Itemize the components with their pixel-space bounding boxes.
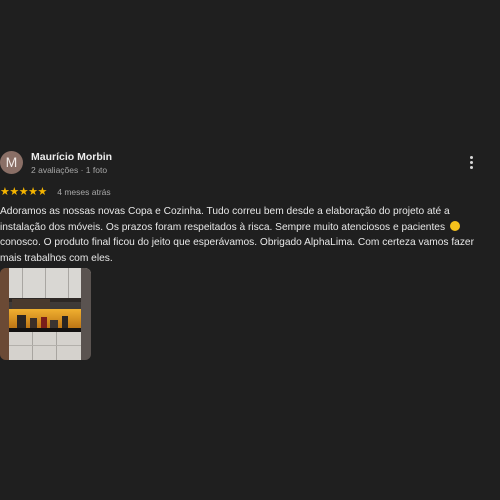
- review-photo[interactable]: [0, 268, 91, 360]
- author-meta: 2 avaliações · 1 foto: [31, 165, 108, 175]
- smiling-face-emoji-icon: [449, 220, 460, 231]
- review-header: M Maurício Morbin 2 avaliações · 1 foto: [0, 150, 500, 180]
- review-text-part1: Adoramos as nossas novas Copa e Cozinha.…: [0, 206, 450, 233]
- review-date: 4 meses atrás: [57, 186, 111, 197]
- more-vert-icon[interactable]: [467, 156, 475, 170]
- rating-row: ★★★★★ 4 meses atrás: [0, 183, 111, 199]
- review-text-part2: conosco. O produto final ficou do jeito …: [0, 237, 474, 265]
- kitchen-photo-image: [0, 268, 91, 360]
- review-card: M Maurício Morbin 2 avaliações · 1 foto …: [0, 150, 500, 360]
- avatar[interactable]: M: [0, 151, 23, 174]
- review-text: Adoramos as nossas novas Copa e Cozinha.…: [0, 204, 478, 267]
- star-rating: ★★★★★: [0, 186, 47, 199]
- author-name[interactable]: Maurício Morbin: [31, 151, 112, 163]
